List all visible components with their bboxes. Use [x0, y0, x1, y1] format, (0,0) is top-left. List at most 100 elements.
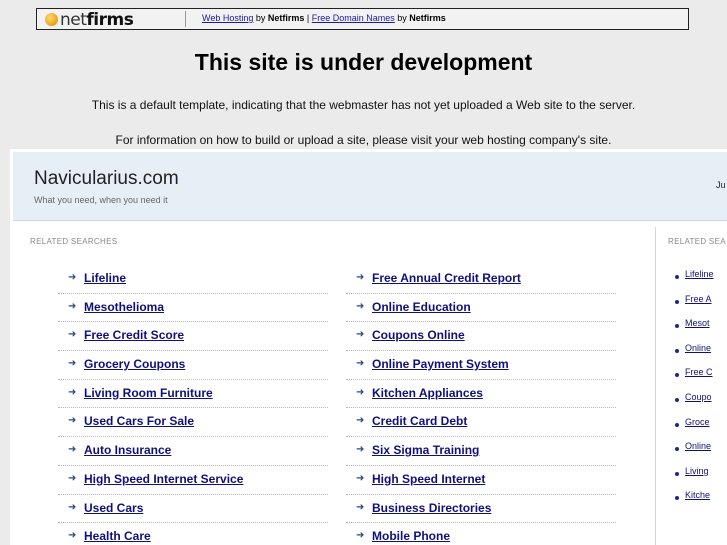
list-item[interactable]: ➜ Mobile Phone: [346, 523, 616, 545]
side-list-item[interactable]: Kitche: [674, 490, 727, 515]
list-item[interactable]: ➜ Coupons Online: [346, 322, 616, 352]
list-item[interactable]: ➜ Mesothelioma: [58, 294, 328, 323]
side-search-link[interactable]: Free A: [685, 294, 712, 304]
side-search-link[interactable]: Kitche: [685, 490, 710, 500]
banner-divider: [185, 11, 186, 27]
banner-links: Web Hosting by Netfirms | Free Domain Na…: [202, 13, 446, 23]
related-searches-title: RELATED SEARCHES: [30, 237, 118, 246]
bullet-icon: [675, 397, 679, 402]
list-item[interactable]: ➜ Auto Insurance: [58, 437, 328, 466]
list-item[interactable]: ➜ Credit Card Debt: [346, 408, 616, 438]
list-item[interactable]: ➜ Six Sigma Training: [346, 437, 616, 466]
search-link[interactable]: Credit Card Debt: [372, 414, 467, 428]
search-link[interactable]: Grocery Coupons: [84, 357, 185, 371]
side-list-item[interactable]: Online: [674, 441, 727, 466]
list-item[interactable]: ➜ High Speed Internet Service: [58, 466, 328, 495]
arrow-right-icon: ➜: [356, 501, 365, 513]
search-link[interactable]: Online Payment System: [372, 357, 509, 371]
bullet-icon: [675, 324, 679, 329]
search-link[interactable]: Business Directories: [372, 501, 491, 515]
side-list-item[interactable]: Online: [674, 343, 727, 368]
list-item[interactable]: ➜ Lifeline: [58, 265, 328, 294]
side-list-item[interactable]: Living: [674, 466, 727, 491]
arrow-right-icon: ➜: [68, 386, 77, 398]
list-item[interactable]: ➜ Online Payment System: [346, 351, 616, 380]
column-divider: [655, 227, 656, 545]
side-list-item[interactable]: Coupo: [674, 392, 727, 417]
arrow-right-icon: ➜: [356, 530, 365, 542]
side-search-link[interactable]: Coupo: [685, 392, 712, 402]
list-item[interactable]: ➜ Used Cars: [58, 495, 328, 524]
search-link[interactable]: High Speed Internet: [372, 472, 485, 486]
search-link[interactable]: Free Annual Credit Report: [372, 271, 521, 285]
list-item[interactable]: ➜ Online Education: [346, 294, 616, 323]
list-item[interactable]: ➜ Grocery Coupons: [58, 351, 328, 380]
side-list-item[interactable]: Free A: [674, 294, 727, 319]
arrow-right-icon: ➜: [356, 472, 365, 484]
netfirms-text: Netfirms: [409, 13, 446, 23]
arrow-right-icon: ➜: [68, 501, 77, 513]
arrow-right-icon: ➜: [356, 386, 365, 398]
search-link[interactable]: Online Education: [372, 300, 471, 314]
side-list-item[interactable]: Free C: [674, 367, 727, 392]
search-link[interactable]: Mobile Phone: [372, 529, 450, 543]
netfirms-text: Netfirms: [267, 13, 305, 23]
by-text: by: [253, 13, 268, 23]
date-text: Ju: [716, 180, 726, 190]
bullet-icon: [675, 299, 679, 304]
search-link[interactable]: Six Sigma Training: [372, 443, 479, 457]
pipe-separator: |: [304, 13, 312, 23]
list-item[interactable]: ➜ Health Care: [58, 523, 328, 545]
logo-text-net: net: [60, 10, 87, 30]
arrow-right-icon: ➜: [68, 358, 77, 370]
search-link[interactable]: Coupons Online: [372, 328, 465, 342]
arrow-right-icon: ➜: [68, 472, 77, 484]
arrow-right-icon: ➜: [68, 300, 77, 312]
arrow-right-icon: ➜: [68, 329, 77, 341]
search-link[interactable]: Lifeline: [84, 271, 126, 285]
side-search-link[interactable]: Free C: [685, 367, 713, 377]
list-item[interactable]: ➜ Used Cars For Sale: [58, 408, 328, 438]
web-hosting-link[interactable]: Web Hosting: [202, 13, 253, 23]
hosting-info-message: For information on how to build or uploa…: [115, 133, 612, 147]
by-text: by: [394, 13, 410, 23]
search-link[interactable]: High Speed Internet Service: [84, 472, 243, 486]
search-link[interactable]: Used Cars: [84, 501, 143, 515]
search-link[interactable]: Living Room Furniture: [84, 386, 213, 400]
search-link[interactable]: Health Care: [84, 529, 151, 543]
side-list-item[interactable]: Groce: [674, 417, 727, 442]
side-search-link[interactable]: Lifeline: [685, 269, 714, 279]
arrow-right-icon: ➜: [356, 444, 365, 456]
side-search-link[interactable]: Living: [685, 466, 709, 476]
search-link[interactable]: Free Credit Score: [84, 328, 184, 342]
search-link[interactable]: Used Cars For Sale: [84, 414, 194, 428]
side-list-item[interactable]: Lifeline: [674, 269, 727, 294]
list-item[interactable]: ➜ Living Room Furniture: [58, 380, 328, 409]
list-item[interactable]: ➜ Kitchen Appliances: [346, 380, 616, 409]
default-template-message: This is a default template, indicating t…: [91, 98, 636, 112]
side-search-link[interactable]: Online: [685, 343, 711, 353]
site-tagline: What you need, when you need it: [34, 195, 168, 205]
list-item[interactable]: ➜ High Speed Internet: [346, 466, 616, 495]
parked-header: Navicularius.com What you need, when you…: [13, 152, 727, 221]
search-link[interactable]: Mesothelioma: [84, 300, 164, 314]
side-list-item[interactable]: Mesot: [674, 318, 727, 343]
arrow-right-icon: ➜: [68, 444, 77, 456]
list-item[interactable]: ➜ Free Annual Credit Report: [346, 265, 616, 294]
search-link[interactable]: Kitchen Appliances: [372, 386, 483, 400]
netfirms-logo-icon: [45, 13, 58, 26]
list-item[interactable]: ➜ Business Directories: [346, 495, 616, 524]
parked-page-frame: Navicularius.com What you need, when you…: [10, 149, 727, 545]
page-heading: This site is under development: [194, 49, 533, 75]
arrow-right-icon: ➜: [356, 300, 365, 312]
free-domain-names-link[interactable]: Free Domain Names: [312, 13, 395, 23]
side-search-link[interactable]: Online: [685, 441, 711, 451]
bullet-icon: [675, 496, 679, 501]
netfirms-logo[interactable]: netfirms: [45, 10, 134, 30]
bullet-icon: [675, 348, 679, 353]
side-search-link[interactable]: Mesot: [685, 318, 710, 328]
list-item[interactable]: ➜ Free Credit Score: [58, 322, 328, 352]
search-link[interactable]: Auto Insurance: [84, 443, 171, 457]
side-related-searches: Lifeline Free A Mesot Online Free C Coup…: [674, 269, 727, 515]
side-search-link[interactable]: Groce: [685, 417, 710, 427]
